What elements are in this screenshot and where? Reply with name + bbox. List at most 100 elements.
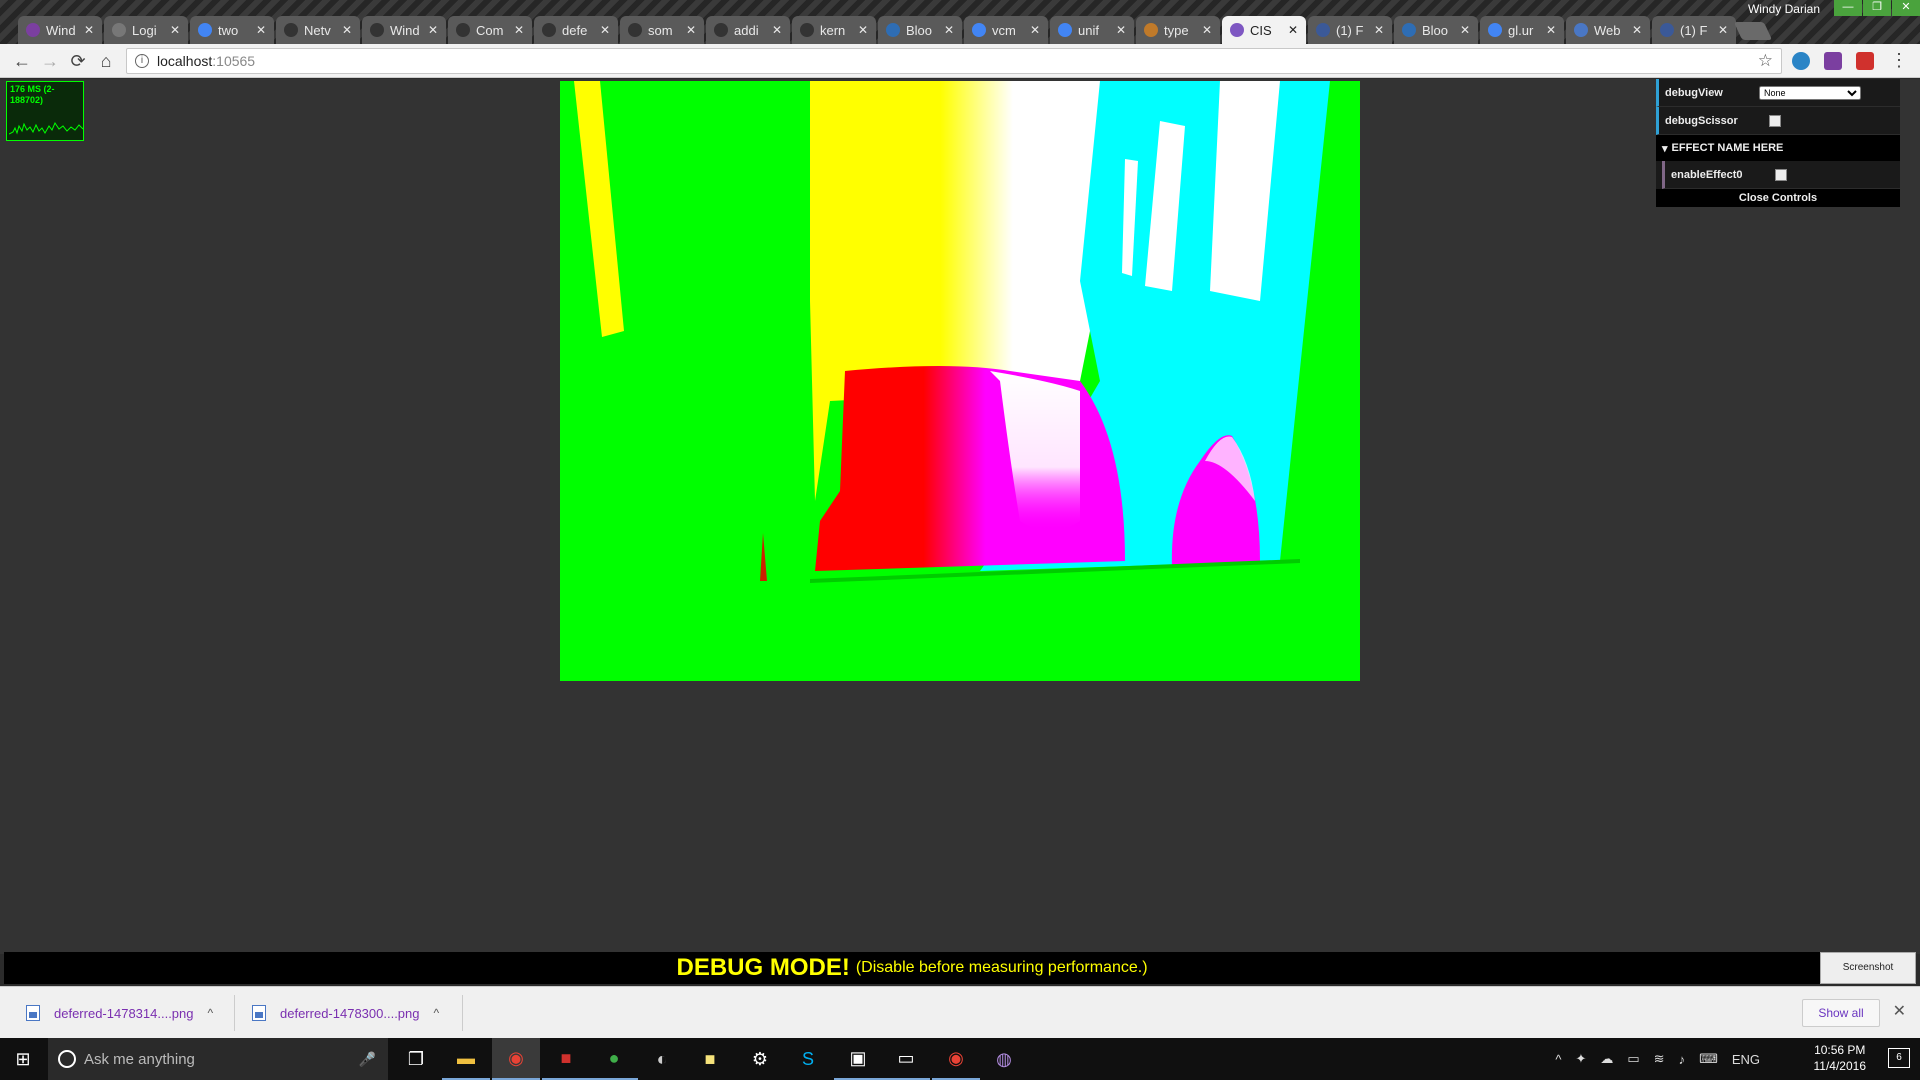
new-tab-button[interactable] [1733,22,1773,40]
tab-label: kern [820,22,846,38]
close-window-button[interactable]: ✕ [1892,0,1920,16]
wifi-icon[interactable]: ≋ [1654,1051,1665,1067]
browser-tab[interactable]: Bloo ✕ [878,16,962,44]
browser-tab[interactable]: (1) F ✕ [1652,16,1736,44]
browser-tab[interactable]: type ✕ [1136,16,1220,44]
tab-close-icon[interactable]: ✕ [254,23,268,37]
download-item[interactable]: deferred-1478314....png ^ [26,999,213,1027]
browser-tab[interactable]: CIS ✕ [1222,16,1306,44]
skype-icon[interactable]: S [784,1038,832,1080]
tab-close-icon[interactable]: ✕ [1028,23,1042,37]
tab-close-icon[interactable]: ✕ [82,23,96,37]
debugview-select[interactable]: None [1759,85,1861,100]
chevron-up-icon[interactable]: ^ [208,1006,214,1020]
browser-tab[interactable]: Netv ✕ [276,16,360,44]
forward-button[interactable]: → [38,49,62,73]
download-filename[interactable]: deferred-1478300....png [280,1006,420,1021]
extension-icon-3[interactable] [1856,52,1874,70]
tab-close-icon[interactable]: ✕ [856,23,870,37]
tab-close-icon[interactable]: ✕ [340,23,354,37]
screenshot-button[interactable]: Screenshot [1820,952,1916,984]
microphone-icon[interactable]: 🎤 [359,1051,376,1068]
maximize-button[interactable]: ❐ [1863,0,1891,16]
tab-close-icon[interactable]: ✕ [1372,23,1386,37]
browser-tab[interactable]: unif ✕ [1050,16,1134,44]
volume-icon[interactable]: ♪ [1679,1052,1686,1067]
tab-close-icon[interactable]: ✕ [942,23,956,37]
terminal-icon[interactable]: ▭ [882,1038,930,1080]
browser-tab[interactable]: two ✕ [190,16,274,44]
keyboard-icon[interactable]: ⌨ [1699,1051,1718,1067]
chrome-icon-2[interactable]: ◉ [932,1038,980,1080]
chevron-up-icon[interactable]: ^ [434,1006,440,1020]
chrome-menu-icon[interactable]: ⋮ [1890,50,1908,71]
minimize-button[interactable]: — [1834,0,1862,16]
fps-stats-panel[interactable]: 176 MS (2-188702) [6,81,84,141]
tab-close-icon[interactable]: ✕ [1630,23,1644,37]
onenote-extension-icon[interactable] [1824,52,1842,70]
close-downloads-icon[interactable]: ✕ [1893,1001,1906,1021]
dropbox-icon[interactable]: ✦ [1575,1051,1586,1067]
reload-button[interactable]: ⟳ [66,49,90,73]
tab-close-icon[interactable]: ✕ [1200,23,1214,37]
webgl-canvas[interactable] [560,81,1360,681]
tab-close-icon[interactable]: ✕ [426,23,440,37]
tab-close-icon[interactable]: ✕ [770,23,784,37]
taskbar-clock[interactable]: 10:56 PM 11/4/2016 [1814,1042,1867,1074]
browser-tab[interactable]: Wind ✕ [362,16,446,44]
effect-folder-header[interactable]: ▾ EFFECT NAME HERE [1656,135,1900,161]
enableeffect0-checkbox[interactable] [1775,168,1787,181]
debugscissor-checkbox[interactable] [1769,114,1781,127]
profile-name[interactable]: Windy Darian [1748,0,1820,18]
browser-tab[interactable]: addi ✕ [706,16,790,44]
bookmark-star-icon[interactable]: ☆ [1758,51,1773,71]
browser-tab[interactable]: Wind ✕ [18,16,102,44]
close-controls-button[interactable]: Close Controls [1656,189,1900,207]
browser-tab[interactable]: Com ✕ [448,16,532,44]
info-icon[interactable]: i [135,54,149,68]
browser-tab[interactable]: vcm ✕ [964,16,1048,44]
home-button[interactable]: ⌂ [94,49,118,73]
tab-close-icon[interactable]: ✕ [1286,23,1300,37]
tab-close-icon[interactable]: ✕ [1458,23,1472,37]
acrobat-icon[interactable]: ■ [542,1038,590,1080]
browser-tab[interactable]: (1) F ✕ [1308,16,1392,44]
tab-close-icon[interactable]: ✕ [512,23,526,37]
app-icon-helmet[interactable]: ◐ [638,1038,686,1080]
enableeffect0-label: enableEffect0 [1671,168,1743,181]
download-filename[interactable]: deferred-1478314....png [54,1006,194,1021]
browser-tab[interactable]: gl.ur ✕ [1480,16,1564,44]
tab-close-icon[interactable]: ✕ [598,23,612,37]
chevron-up-tray-icon[interactable]: ^ [1555,1052,1561,1067]
download-item[interactable]: deferred-1478300....png ^ [252,999,439,1027]
browser-tab[interactable]: som ✕ [620,16,704,44]
language-indicator[interactable]: ENG [1732,1052,1760,1067]
browser-tab[interactable]: Bloo ✕ [1394,16,1478,44]
app-icon-green[interactable]: ● [590,1038,638,1080]
extension-icon-1[interactable] [1792,52,1810,70]
show-all-button[interactable]: Show all [1802,999,1880,1027]
browser-tab[interactable]: Logi ✕ [104,16,188,44]
cortana-search[interactable]: Ask me anything 🎤 [48,1038,388,1080]
tab-close-icon[interactable]: ✕ [684,23,698,37]
photos-icon[interactable]: ▣ [834,1038,882,1080]
github-desktop-icon[interactable]: ◍ [980,1038,1028,1080]
tab-close-icon[interactable]: ✕ [168,23,182,37]
action-center-icon[interactable]: 6 [1888,1048,1910,1068]
tab-close-icon[interactable]: ✕ [1114,23,1128,37]
browser-tab[interactable]: kern ✕ [792,16,876,44]
onedrive-icon[interactable]: ☁ [1600,1051,1613,1067]
address-bar[interactable]: i localhost:10565 ☆ [126,48,1782,74]
browser-tab[interactable]: defe ✕ [534,16,618,44]
file-explorer-icon[interactable]: ▬ [442,1038,490,1080]
windows-start-icon[interactable]: ⊞ [0,1038,46,1080]
chrome-icon[interactable]: ◉ [492,1038,540,1080]
back-button[interactable]: ← [10,49,34,73]
battery-icon[interactable]: ▭ [1627,1051,1639,1067]
task-view-icon[interactable]: ❐ [392,1038,440,1080]
sticky-notes-icon[interactable]: ■ [686,1038,734,1080]
tab-close-icon[interactable]: ✕ [1716,23,1730,37]
settings-gear-icon[interactable]: ⚙ [736,1038,784,1080]
browser-tab[interactable]: Web ✕ [1566,16,1650,44]
tab-close-icon[interactable]: ✕ [1544,23,1558,37]
